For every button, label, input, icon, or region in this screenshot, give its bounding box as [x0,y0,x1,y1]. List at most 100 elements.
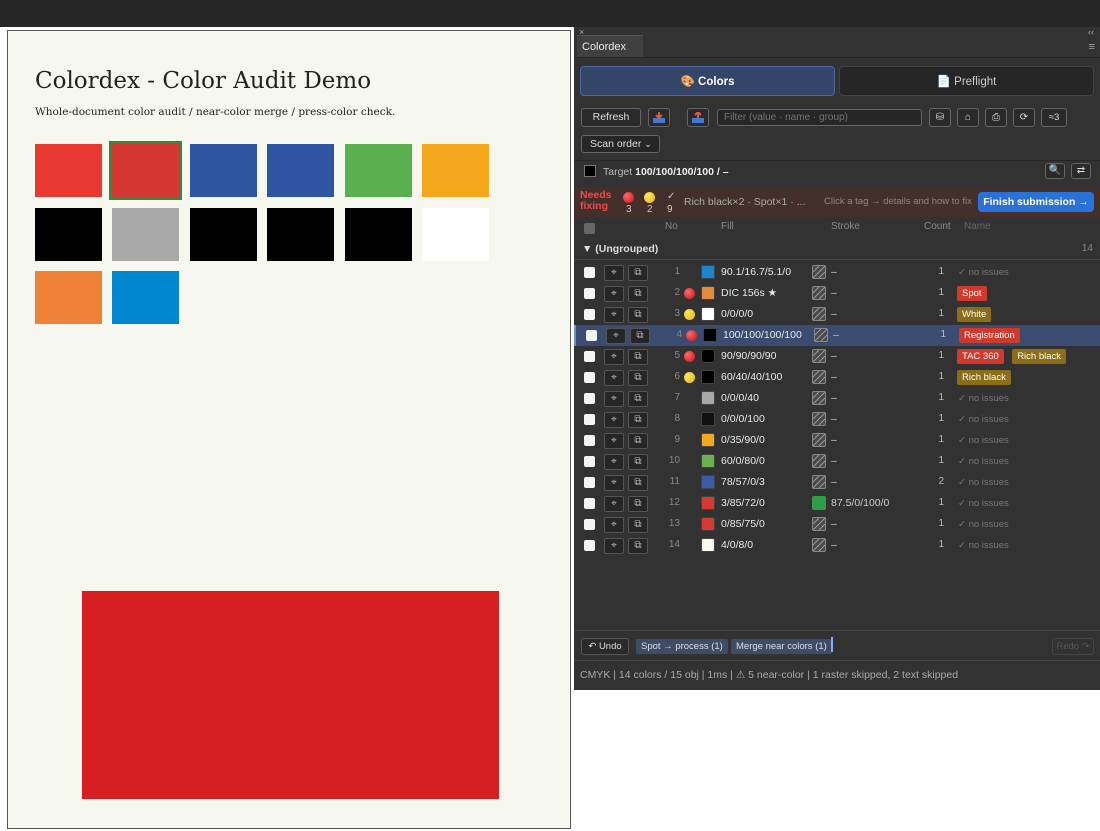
fill-swatch[interactable] [701,433,715,447]
table-row[interactable]: ⌖ ⧉ 1 90.1/16.7/5.1/0 – 1 ✓ no issues [574,262,1100,283]
tab-preflight[interactable]: 📄 Preflight [839,66,1094,96]
no-stroke-icon[interactable] [812,391,826,405]
color-swatch[interactable] [35,271,102,324]
large-red-rectangle[interactable] [82,591,499,799]
locate-icon[interactable]: ⌖ [606,328,626,344]
group-header[interactable]: ▼ (Ungrouped) 14 [574,240,1100,260]
import-icon[interactable] [648,108,670,127]
finish-submission-button[interactable]: Finish submission → [978,192,1094,212]
filter-input[interactable] [717,109,922,126]
fill-swatch[interactable] [701,265,715,279]
color-swatch[interactable] [112,271,179,324]
table-row[interactable]: ⌖ ⧉ 7 0/0/0/40 – 1 ✓ no issues [574,388,1100,409]
table-row[interactable]: ⌖ ⧉ 5 90/90/90/90 – 1 TAC 360 Rich black [574,346,1100,367]
copy-icon[interactable]: ⧉ [628,538,648,554]
row-checkbox[interactable] [584,414,595,425]
fill-swatch[interactable] [701,307,715,321]
issue-tag[interactable]: Spot [957,286,987,301]
color-swatch[interactable] [190,208,257,261]
layers-icon[interactable]: ⛁ [929,108,951,127]
color-swatch[interactable] [422,208,489,261]
color-swatch[interactable] [112,208,179,261]
locate-icon[interactable]: ⌖ [604,391,624,407]
col-name[interactable]: Name [964,221,991,232]
fill-swatch[interactable] [701,286,715,300]
fill-swatch[interactable] [701,454,715,468]
locate-icon[interactable]: ⌖ [604,496,624,512]
history-item[interactable]: Merge near colors (1) [731,639,832,654]
locate-icon[interactable]: ⌖ [604,412,624,428]
color-swatch[interactable] [422,144,489,197]
table-row[interactable]: ⌖ ⧉ 3 0/0/0/0 – 1 White [574,304,1100,325]
row-checkbox[interactable] [584,309,595,320]
copy-icon[interactable]: ⧉ [628,412,648,428]
fill-swatch[interactable] [703,328,717,342]
export-icon[interactable] [687,108,709,127]
row-checkbox[interactable] [584,267,595,278]
copy-icon[interactable]: ⧉ [628,286,648,302]
issue-tag[interactable]: TAC 360 [957,349,1004,364]
copy-icon[interactable]: ⧉ [628,496,648,512]
no-stroke-icon[interactable] [812,433,826,447]
fill-swatch[interactable] [701,391,715,405]
table-row[interactable]: ⌖ ⧉ 13 0/85/75/0 – 1 ✓ no issues [574,514,1100,535]
table-row[interactable]: ⌖ ⧉ 12 3/85/72/0 87.5/0/100/0 1 ✓ no issues [574,493,1100,514]
col-stroke[interactable]: Stroke [831,221,860,232]
refresh-button[interactable]: Refresh [581,108,641,127]
issue-tag[interactable]: Rich black [957,370,1011,385]
copy-icon[interactable]: ⧉ [628,517,648,533]
row-checkbox[interactable] [584,393,595,404]
table-row[interactable]: ⌖ ⧉ 8 0/0/0/100 – 1 ✓ no issues [574,409,1100,430]
panel-tab[interactable]: Colordex [577,35,643,57]
copy-icon[interactable]: ⧉ [628,433,648,449]
color-swatch[interactable] [267,144,334,197]
row-checkbox[interactable] [584,351,595,362]
no-stroke-icon[interactable] [812,475,826,489]
copy-icon[interactable]: ⧉ [628,391,648,407]
fill-swatch[interactable] [701,349,715,363]
row-checkbox[interactable] [584,372,595,383]
copy-icon[interactable]: ⧉ [628,475,648,491]
select-all-checkbox[interactable] [584,223,595,234]
copy-icon[interactable]: ⧉ [628,454,648,470]
row-checkbox[interactable] [584,435,595,446]
issue-tag[interactable]: Rich black [1012,349,1067,364]
row-checkbox[interactable] [584,288,595,299]
fill-swatch[interactable] [701,412,715,426]
locate-icon[interactable]: ⌖ [604,517,624,533]
redo-button[interactable]: Redo ↷ [1052,638,1094,655]
no-stroke-icon[interactable] [812,265,826,279]
row-checkbox[interactable] [584,498,595,509]
swap-icon[interactable]: ⇄ [1071,163,1091,179]
locate-icon[interactable]: ⌖ [604,286,624,302]
locate-icon[interactable]: ⌖ [604,433,624,449]
locate-icon[interactable]: ⌖ [604,538,624,554]
col-count[interactable]: Count [924,221,951,232]
locate-icon[interactable]: ⌖ [604,307,624,323]
table-row[interactable]: ⌖ ⧉ 4 100/100/100/100 – 1 Registration [574,325,1100,346]
table-row[interactable]: ⌖ ⧉ 6 60/40/40/100 – 1 Rich black [574,367,1100,388]
no-stroke-icon[interactable] [812,349,826,363]
no-stroke-icon[interactable] [814,328,828,342]
issue-tag[interactable]: Registration [959,328,1020,343]
table-row[interactable]: ⌖ ⧉ 10 60/0/80/0 – 1 ✓ no issues [574,451,1100,472]
color-swatch[interactable] [345,144,412,197]
color-swatch[interactable] [267,208,334,261]
color-swatch[interactable] [35,208,102,261]
issue-tag[interactable]: White [957,307,992,322]
target-swatch[interactable] [584,165,596,177]
fill-swatch[interactable] [701,538,715,552]
stroke-swatch[interactable] [812,496,826,510]
copy-icon[interactable]: ⧉ [630,328,650,344]
history-item[interactable]: Spot → process (1) [636,639,728,654]
sync-icon[interactable]: ⟳ [1013,108,1035,127]
no-stroke-icon[interactable] [812,412,826,426]
locate-icon[interactable]: ⌖ [604,454,624,470]
issue-tags-summary[interactable]: Rich black×2 · Spot×1 · ... [684,196,805,208]
copy-icon[interactable]: ⧉ [628,370,648,386]
col-no[interactable]: No [665,221,678,232]
row-checkbox[interactable] [584,519,595,530]
fill-swatch[interactable] [701,496,715,510]
search-icon[interactable]: 🔍 [1045,163,1065,179]
panel-menu-icon[interactable]: ≡ [1089,41,1095,53]
